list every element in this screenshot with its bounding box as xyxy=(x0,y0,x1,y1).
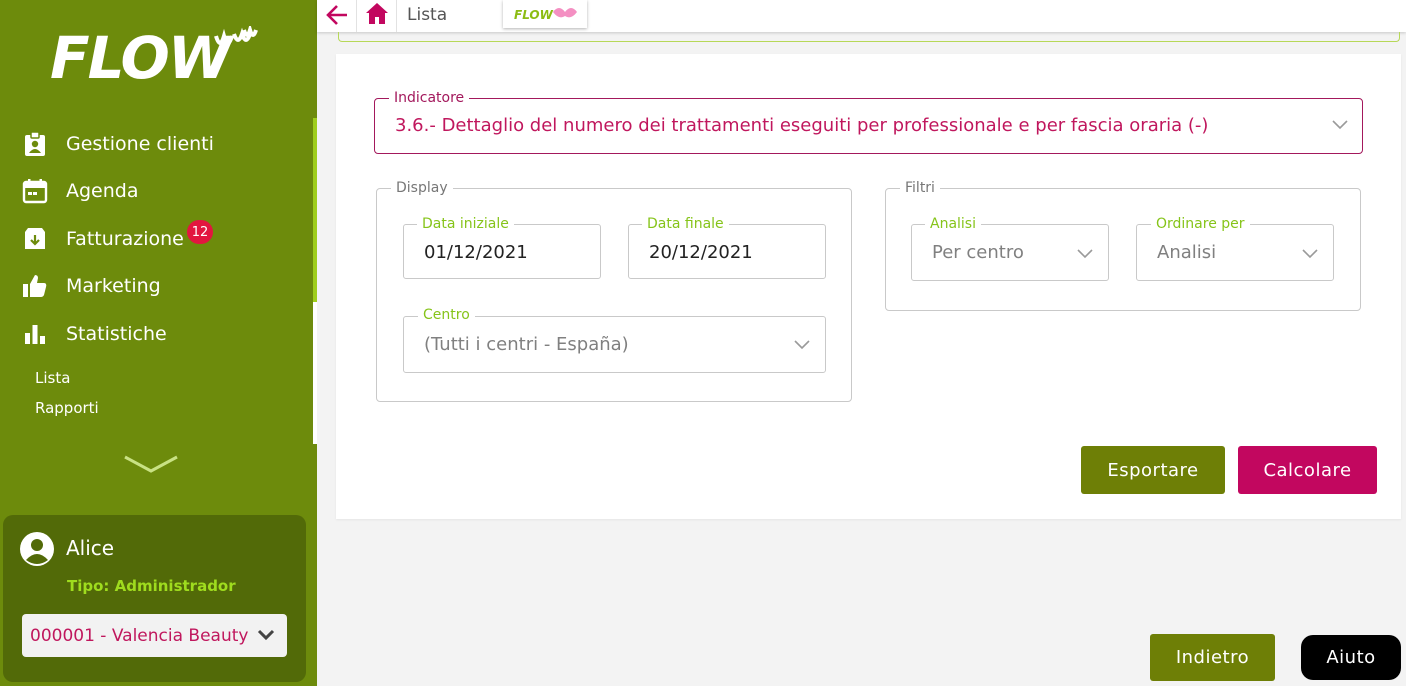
center-select[interactable]: 000001 - Valencia Beauty xyxy=(22,614,287,657)
back-arrow-icon[interactable] xyxy=(325,2,351,28)
sidebar-item-label: Agenda xyxy=(66,180,139,202)
centro-value[interactable]: (Tutti i centri - España) xyxy=(424,334,629,355)
user-name: Alice xyxy=(66,536,115,560)
sidebar-item-label: Statistiche xyxy=(66,323,167,345)
divider xyxy=(396,0,397,32)
calculate-button[interactable]: Calcolare xyxy=(1238,446,1377,494)
chevron-down-icon xyxy=(794,340,810,350)
bar-chart-icon xyxy=(22,321,48,347)
analisi-value[interactable]: Per centro xyxy=(932,242,1024,263)
display-legend: Display xyxy=(396,180,448,196)
chevron-down-icon xyxy=(1077,249,1093,259)
chevron-down-icon xyxy=(1302,249,1318,259)
chevron-down-icon xyxy=(1332,120,1348,130)
top-bar: Lista FLOW xyxy=(317,0,1406,32)
indicator-value[interactable]: 3.6.- Dettaglio del numero dei trattamen… xyxy=(395,115,1208,136)
indicator-label: Indicatore xyxy=(394,90,465,106)
user-role: Tipo: Administrador xyxy=(67,577,236,595)
divider xyxy=(356,0,357,32)
page-title: Lista xyxy=(407,5,448,25)
svg-text:FLOW: FLOW xyxy=(514,8,554,22)
end-date-value[interactable]: 20/12/2021 xyxy=(649,242,753,263)
centro-label: Centro xyxy=(418,308,475,322)
brand-tab[interactable]: FLOW xyxy=(503,0,587,28)
sidebar-item-gestione-clienti[interactable]: Gestione clienti xyxy=(22,127,214,161)
home-icon[interactable] xyxy=(364,1,390,27)
sidebar-item-marketing[interactable]: Marketing xyxy=(22,269,161,303)
chevron-down-icon xyxy=(257,629,275,641)
svg-text:FLOW: FLOW xyxy=(50,26,235,86)
chevron-down-icon[interactable] xyxy=(123,453,179,475)
clipboard-user-icon xyxy=(22,131,48,157)
analisi-label: Analisi xyxy=(925,217,981,231)
back-button[interactable]: Indietro xyxy=(1150,634,1275,681)
sidebar-item-statistiche[interactable]: Statistiche xyxy=(22,317,167,351)
order-value[interactable]: Analisi xyxy=(1157,242,1216,263)
flow-small-logo: FLOW xyxy=(514,8,577,22)
top-accent-line xyxy=(338,32,1400,42)
sidebar-item-fatturazione[interactable]: Fatturazione xyxy=(22,222,184,256)
calendar-icon xyxy=(22,178,48,204)
sidebar-divider xyxy=(313,302,317,444)
export-button[interactable]: Esportare xyxy=(1081,446,1225,494)
user-avatar-icon xyxy=(20,532,54,566)
order-label: Ordinare per xyxy=(1151,217,1250,231)
filtri-legend: Filtri xyxy=(905,180,935,196)
start-date-label: Data iniziale xyxy=(417,217,514,231)
center-select-value: 000001 - Valencia Beauty xyxy=(30,625,249,646)
sidebar: FLOW Gestione clienti Agenda Fatturazion… xyxy=(0,0,317,686)
help-button[interactable]: Aiuto xyxy=(1301,635,1401,680)
sidebar-item-label: Gestione clienti xyxy=(66,133,214,155)
notification-badge: 12 xyxy=(187,220,213,244)
sidebar-item-label: Marketing xyxy=(66,275,161,297)
thumbs-up-icon xyxy=(22,273,48,299)
subnav-item-lista[interactable]: Lista xyxy=(35,369,70,387)
archive-down-icon xyxy=(22,226,48,252)
end-date-label: Data finale xyxy=(642,217,729,231)
sidebar-item-agenda[interactable]: Agenda xyxy=(22,174,139,208)
subnav-item-rapporti[interactable]: Rapporti xyxy=(35,399,99,417)
flow-logo[interactable]: FLOW xyxy=(48,26,263,86)
start-date-value[interactable]: 01/12/2021 xyxy=(424,242,528,263)
sidebar-item-label: Fatturazione xyxy=(66,228,184,250)
sidebar-active-accent xyxy=(313,118,317,302)
